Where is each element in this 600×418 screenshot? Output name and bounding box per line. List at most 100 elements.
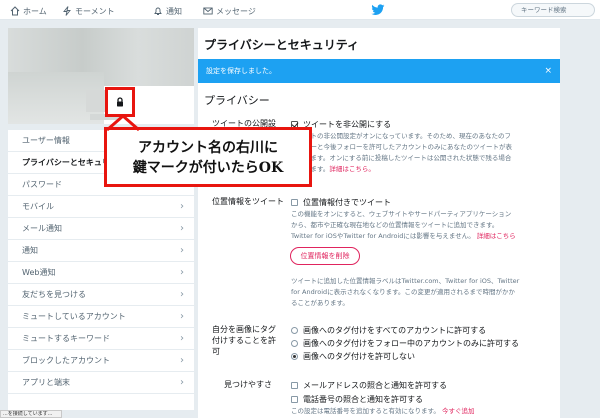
bell-icon	[154, 7, 162, 15]
radio-label: 画像へのタグ付けをフォロー中のアカウントのみに許可する	[303, 339, 519, 348]
menu-item-email-notifications[interactable]: メール通知 ›	[8, 218, 194, 240]
learn-more-link[interactable]: 詳細はこちら。	[329, 165, 375, 173]
menu-item-muted-accounts[interactable]: ミュートしているアカウント ›	[8, 306, 194, 328]
description-line: ツイートの非公開設定がオンになっています。そのため、現在のあなたのフ	[291, 132, 512, 140]
envelope-icon	[203, 7, 213, 15]
chevron-right-icon: ›	[180, 355, 184, 366]
nav-messages[interactable]: メッセージ	[203, 4, 256, 18]
lock-icon	[117, 97, 123, 107]
location-description: この機能をオンにすると、ウェブサイトやサードパーティアプリケーション から、都市…	[291, 209, 560, 242]
delete-location-button[interactable]: 位置情報を削除	[290, 247, 360, 265]
description-line: ツイートに追加した位置情報ラベルはTwitter.com、Twitter for…	[291, 277, 520, 285]
top-navigation-bar: ホーム モーメント 通知 メッセージ キーワード検索	[0, 0, 600, 20]
tweet-privacy-description: ツイートの非公開設定がオンになっています。そのため、現在のあなたのフ ォロワーと…	[291, 131, 560, 175]
nav-home-label: ホーム	[23, 6, 47, 16]
nav-notifications-label: 通知	[166, 6, 182, 16]
chevron-right-icon: ›	[180, 267, 184, 278]
home-icon	[10, 6, 20, 16]
menu-item-apps-devices[interactable]: アプリと端末 ›	[8, 372, 194, 394]
search-input[interactable]: キーワード検索	[511, 3, 595, 17]
menu-item-web-notifications[interactable]: Web通知 ›	[8, 262, 194, 284]
radio-label: 画像へのタグ付けをすべてのアカウントに許可する	[303, 326, 487, 335]
discoverability-label: 見つけやすさ	[224, 380, 272, 389]
menu-item-mobile[interactable]: モバイル ›	[8, 196, 194, 218]
checkbox-unchecked[interactable]	[291, 199, 298, 206]
learn-more-link[interactable]: 詳細はこちら	[477, 232, 516, 240]
label-line: 付けすることを許	[212, 336, 276, 345]
photo-tagging-label: 自分を画像にタグ 付けすることを許 可	[212, 324, 284, 357]
nav-messages-label: メッセージ	[216, 6, 256, 16]
nav-home[interactable]: ホーム	[10, 4, 47, 18]
description-line: この機能をオンにすると、ウェブサイトやサードパーティアプリケーション	[291, 210, 512, 218]
lightning-icon	[63, 6, 71, 16]
label-line: 自分を画像にタグ	[212, 325, 276, 334]
email-discoverability-checkbox[interactable]: メールアドレスの照合と通知を許可する	[291, 380, 447, 391]
menu-item-label: ユーザー情報	[22, 136, 70, 145]
close-icon[interactable]: ×	[544, 59, 552, 83]
callout-line-1: アカウント名の右川に	[138, 140, 278, 156]
photo-tag-option-everyone[interactable]: 画像へのタグ付けをすべてのアカウントに許可する	[291, 325, 486, 336]
location-removal-description: ツイートに追加した位置情報ラベルはTwitter.com、Twitter for…	[291, 276, 560, 309]
settings-main-panel: プライバシーとセキュリティ 設定を保存しました。 × プライバシー ツイートの公…	[198, 28, 560, 418]
profile-card	[8, 28, 194, 124]
description-line: この設定は電話番号を追加すると有効になります。	[291, 407, 440, 415]
menu-item-label: ブロックしたアカウント	[22, 356, 110, 365]
annotation-arrow	[106, 114, 140, 132]
email-discoverability-label: メールアドレスの照合と通知を許可する	[303, 381, 447, 390]
chevron-right-icon: ›	[180, 201, 184, 212]
description-line: for Androidに表示されなくなります。この変更が適用されるまで時間がかか	[291, 288, 515, 296]
menu-item-label: モバイル	[22, 202, 54, 211]
browser-status-bar: ...を接続しています...	[0, 410, 62, 418]
phone-discoverability-description: この設定は電話番号を追加すると有効になります。 今すぐ追加	[291, 406, 560, 417]
photo-tag-option-following[interactable]: 画像へのタグ付けをフォロー中のアカウントのみに許可する	[291, 338, 519, 349]
callout-line-2: 鍵マークが付いたらOK	[132, 160, 284, 176]
location-label: 位置情報をツイート	[212, 197, 284, 206]
page-title: プライバシーとセキュリティ	[204, 38, 360, 52]
nav-moments-label: モーメント	[75, 6, 115, 16]
menu-item-label: パスワード	[22, 180, 62, 189]
menu-item-label: 友だちを見つける	[22, 290, 86, 299]
radio-unselected[interactable]	[291, 340, 298, 347]
phone-discoverability-checkbox[interactable]: 電話番号の照合と通知を許可する	[291, 394, 423, 405]
description-line: 示されます。オンにする前に投稿したツイートは公開された状態で残る場合	[291, 154, 512, 162]
radio-selected[interactable]	[291, 353, 298, 360]
radio-unselected[interactable]	[291, 327, 298, 334]
add-now-link[interactable]: 今すぐ追加	[442, 407, 475, 415]
menu-item-label: メール通知	[22, 224, 62, 233]
description-line: ることがあります。	[291, 299, 349, 307]
protect-tweets-label: ツイートを非公開にする	[303, 120, 392, 129]
saved-banner: 設定を保存しました。 ×	[198, 59, 560, 83]
menu-item-notifications[interactable]: 通知 ›	[8, 240, 194, 262]
section-title-privacy: プライバシー	[204, 94, 270, 107]
chevron-right-icon: ›	[180, 311, 184, 322]
menu-item-blocked-accounts[interactable]: ブロックしたアカウント ›	[8, 350, 194, 372]
saved-banner-text: 設定を保存しました。	[206, 67, 276, 75]
menu-item-label: ミュートするキーワード	[22, 334, 110, 343]
nav-moments[interactable]: モーメント	[62, 4, 115, 18]
nav-notifications[interactable]: 通知	[153, 4, 182, 18]
annotation-callout: アカウント名の右川に 鍵マークが付いたらOK	[104, 127, 312, 187]
menu-item-label: ミュートしているアカウント	[22, 312, 126, 321]
tweet-location-label: 位置情報付きでツイート	[303, 198, 391, 207]
menu-item-label: 通知	[22, 246, 38, 255]
checkbox-unchecked[interactable]	[291, 382, 298, 389]
menu-item-label: Web通知	[22, 268, 56, 277]
photo-tag-option-none[interactable]: 画像へのタグ付けを許可しない	[291, 351, 415, 362]
chevron-right-icon: ›	[180, 223, 184, 234]
chevron-right-icon: ›	[180, 377, 184, 388]
twitter-bird-icon[interactable]	[371, 4, 385, 16]
description-line: ォロワーと今後フォローを許可したアカウントのみにあなたのツイートが表	[291, 143, 512, 151]
menu-item-muted-words[interactable]: ミュートするキーワード ›	[8, 328, 194, 350]
description-line: から、都市や正確な現在地などの位置情報をツイートに追加できます。	[291, 221, 499, 229]
phone-discoverability-label: 電話番号の照合と通知を許可する	[303, 395, 423, 404]
chevron-right-icon: ›	[180, 245, 184, 256]
chevron-right-icon: ›	[180, 333, 184, 344]
menu-item-label: アプリと端末	[22, 378, 70, 387]
radio-label: 画像へのタグ付けを許可しない	[303, 352, 415, 361]
tweet-location-checkbox[interactable]: 位置情報付きでツイート	[291, 197, 391, 208]
menu-item-find-friends[interactable]: 友だちを見つける ›	[8, 284, 194, 306]
checkbox-unchecked[interactable]	[291, 396, 298, 403]
description-line: Twitter for iOSやTwitter for Androidには影響を…	[291, 232, 475, 240]
chevron-right-icon: ›	[180, 289, 184, 300]
label-line: 可	[212, 347, 220, 356]
